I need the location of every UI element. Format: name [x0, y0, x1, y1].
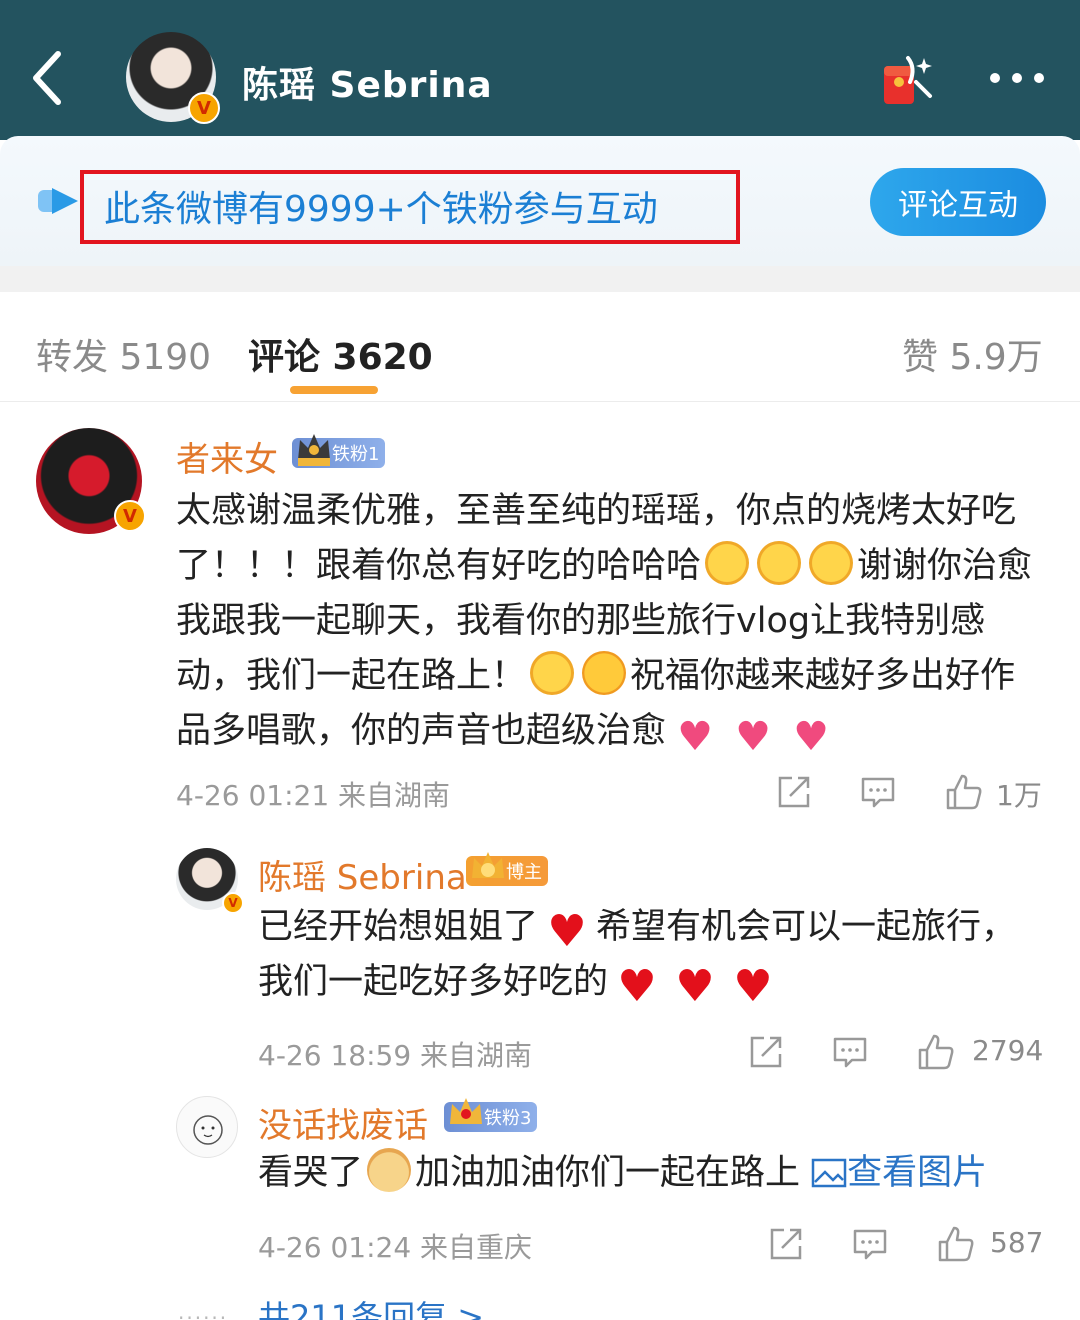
verified-badge: V [114, 500, 146, 532]
top-bar: V 陈瑶 Sebrina [0, 0, 1080, 140]
red-heart-emoji-icon: ♥ [733, 961, 773, 1012]
badge-label: 博主 [506, 862, 542, 883]
avatar[interactable]: V [36, 428, 146, 534]
badge-label: 铁粉1 [332, 444, 380, 465]
reply-icon[interactable] [852, 1226, 888, 1262]
comment-meta: 4-26 01:21 来自湖南 [176, 779, 451, 812]
comment-interact-button[interactable]: 评论互动 [870, 168, 1046, 236]
comment-text-part: 看哭了 [258, 1153, 364, 1193]
view-image-label: 查看图片 [847, 1153, 988, 1193]
comment-username[interactable]: 没话找废话 [258, 1098, 428, 1147]
like-icon[interactable] [944, 772, 984, 812]
avatar[interactable]: V [176, 848, 244, 914]
kiss-emoji-icon [582, 651, 627, 695]
comment-username[interactable]: 陈瑶 Sebrina [258, 850, 467, 899]
more-replies-link[interactable]: 共211条回复 > [258, 1292, 484, 1320]
image-icon [811, 1158, 847, 1188]
fan-icon [38, 188, 78, 214]
crown-icon [450, 1098, 482, 1124]
comment-text: 太感谢温柔优雅，至善至纯的瑶瑶，你点的烧烤太好吃了！！！跟着你总有好吃的哈哈哈谢… [176, 484, 1046, 759]
crown-icon [472, 852, 504, 878]
tab-bar: 转发 5190 评论 3620 赞 5.9万 [0, 292, 1080, 402]
comment-text: 看哭了 加油加油你们一起在路上 查看图片 [258, 1146, 1048, 1201]
like-icon[interactable] [916, 1032, 956, 1072]
red-heart-emoji-icon: ♥ [617, 961, 657, 1012]
red-heart-emoji-icon: ♥ [547, 906, 587, 957]
crown-icon [298, 434, 330, 466]
comment-meta: 4-26 18:59 来自湖南 [258, 1039, 533, 1072]
share-icon[interactable] [748, 1034, 784, 1070]
profile-avatar[interactable]: V [126, 32, 220, 124]
like-count[interactable]: 587 [990, 1226, 1043, 1259]
back-icon[interactable] [28, 48, 68, 108]
like-count[interactable]: 1万 [996, 774, 1042, 814]
comment-text-part: 已经开始想姐姐了 [258, 907, 539, 947]
like-count[interactable]: 2794 [972, 1034, 1043, 1067]
fan-badge[interactable]: 铁粉1 [292, 434, 386, 468]
verified-badge: V [222, 892, 244, 914]
red-heart-emoji-icon: ♥ [675, 961, 715, 1012]
fan-badge[interactable]: 铁粉3 [444, 1098, 538, 1132]
laugh-emoji-icon [705, 541, 750, 585]
tab-reposts[interactable]: 转发 5190 [36, 328, 211, 380]
section-divider [0, 266, 1080, 292]
crying-dog-emoji-icon [367, 1148, 412, 1192]
fan-interaction-banner: 此条微博有9999+个铁粉参与互动 评论互动 [0, 136, 1080, 266]
comment-text: 已经开始想姐姐了 ♥ 希望有机会可以一起旅行，我们一起吃好多好吃的 ♥ ♥ ♥ [258, 900, 1018, 1010]
avatar[interactable] [176, 1096, 238, 1158]
comment-username[interactable]: 者来女 [176, 432, 278, 481]
page-title: 陈瑶 Sebrina [242, 65, 493, 106]
heart-emoji-icon: ♥ [793, 714, 829, 760]
sketch-avatar-icon [193, 1115, 223, 1145]
host-badge[interactable]: 博主 [466, 852, 548, 886]
heart-emoji-icon: ♥ [735, 714, 771, 760]
reply-icon[interactable] [860, 774, 896, 810]
share-icon[interactable] [768, 1226, 804, 1262]
laugh-emoji-icon [809, 541, 854, 585]
active-tab-indicator [290, 386, 378, 394]
reply-icon[interactable] [832, 1034, 868, 1070]
comment-text-part: 加油加油你们一起在路上 [415, 1153, 801, 1193]
red-packet-icon[interactable] [880, 52, 936, 108]
share-icon[interactable] [776, 774, 812, 810]
view-image-link[interactable]: 查看图片 [811, 1153, 987, 1193]
verified-badge: V [188, 92, 220, 124]
badge-label: 铁粉3 [484, 1108, 532, 1129]
heart-emoji-icon: ♥ [677, 714, 713, 760]
more-dots-icon[interactable] [988, 66, 1046, 90]
laugh-emoji-icon [757, 541, 802, 585]
flower-emoji-icon [530, 651, 575, 695]
thread-dots: ······ [178, 1306, 229, 1320]
tab-comments[interactable]: 评论 3620 [248, 328, 433, 380]
comment-meta: 4-26 01:24 来自重庆 [258, 1231, 533, 1264]
fan-interaction-text: 此条微博有9999+个铁粉参与互动 [104, 189, 658, 230]
like-icon[interactable] [936, 1224, 976, 1264]
tab-likes[interactable]: 赞 5.9万 [902, 328, 1043, 380]
